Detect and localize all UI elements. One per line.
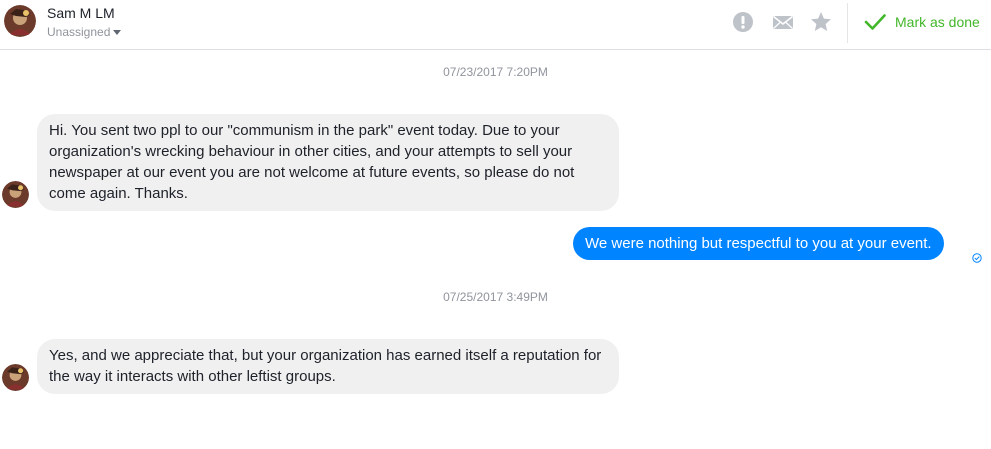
message-timestamp: 07/23/2017 7:20PM <box>443 65 548 79</box>
assignment-dropdown[interactable]: Unassigned <box>47 25 122 39</box>
header-divider <box>847 3 848 43</box>
report-icon[interactable] <box>732 11 754 33</box>
mark-as-done-button[interactable]: Mark as done <box>864 9 980 35</box>
chevron-down-icon <box>113 30 122 35</box>
message-timestamp: 07/25/2017 3:49PM <box>443 290 548 304</box>
assignment-label: Unassigned <box>47 25 111 39</box>
contact-avatar[interactable] <box>4 5 36 37</box>
incoming-message-bubble[interactable]: Yes, and we appreciate that, but your or… <box>37 339 619 394</box>
read-receipt-icon <box>972 250 982 263</box>
sender-avatar <box>2 181 29 208</box>
checkmark-icon <box>864 14 886 30</box>
incoming-message-bubble[interactable]: Hi. You sent two ppl to our "communism i… <box>37 114 619 211</box>
sender-avatar <box>2 364 29 391</box>
contact-name[interactable]: Sam M LM <box>47 5 115 21</box>
outgoing-message-bubble[interactable]: We were nothing but respectful to you at… <box>573 227 944 260</box>
star-icon[interactable] <box>810 11 832 33</box>
conversation-header: Sam M LM Unassigned Mark as done <box>0 0 991 50</box>
mark-as-done-label: Mark as done <box>895 14 980 30</box>
mail-icon[interactable] <box>772 11 794 33</box>
